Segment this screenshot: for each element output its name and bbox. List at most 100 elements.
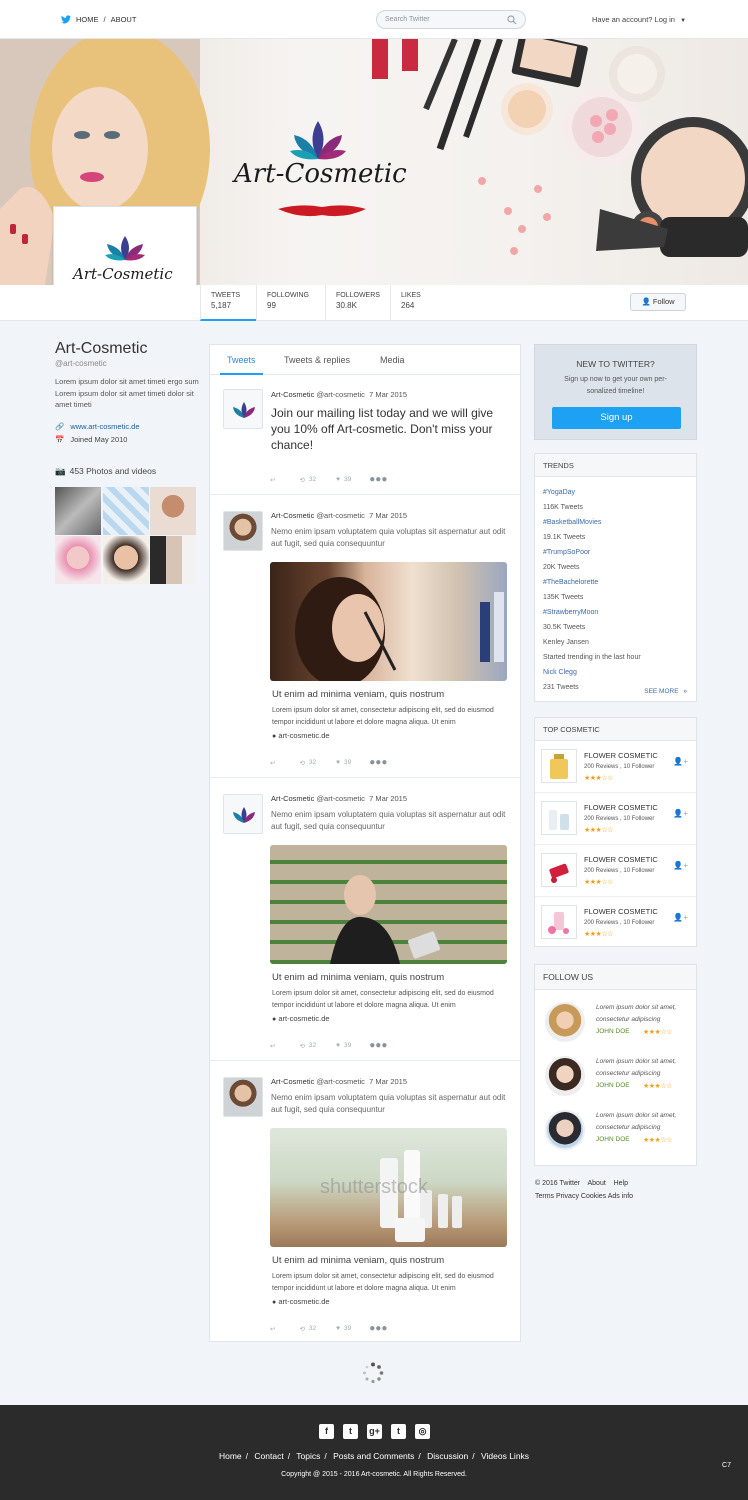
photo-thumb[interactable] [102, 486, 149, 535]
photo-thumb[interactable] [55, 536, 101, 584]
cosmetic-title[interactable]: FLOWER COSMETIC [584, 803, 658, 812]
tab-tweets[interactable]: Tweets [227, 355, 256, 365]
add-user-icon[interactable]: 👤+ [673, 809, 688, 818]
footer-link-posts[interactable]: Posts and Comments [333, 1451, 414, 1461]
reply-icon[interactable]: ↩ [270, 1325, 275, 1333]
tweet-date[interactable]: 7 Mar 2015 [369, 1077, 407, 1086]
stat-likes[interactable]: LIKES 264 [390, 285, 450, 321]
retweet-icon[interactable]: ⟲ [299, 476, 304, 484]
link-url[interactable]: art-cosmetic.de [278, 1014, 329, 1023]
trend-link[interactable]: #StrawberryMoon [535, 605, 696, 620]
reply-icon[interactable]: ↩ [270, 476, 275, 484]
cosmetic-item[interactable]: FLOWER COSMETIC 200 Reviews , 10 Followe… [535, 845, 696, 897]
follower-item[interactable]: Lorem ipsum dolor sit amet, consectetur … [535, 1049, 696, 1103]
facebook-icon[interactable]: f [319, 1424, 334, 1439]
nav-home-link[interactable]: HOME [76, 15, 99, 24]
search-icon[interactable] [507, 15, 517, 25]
more-icon[interactable]: ●●● [369, 1323, 387, 1334]
trend-link[interactable]: #TrumpSoPoor [535, 545, 696, 560]
like-icon[interactable]: ♥ [336, 759, 340, 766]
follower-name[interactable]: JOHN DOE [596, 1082, 630, 1089]
tab-tweets-replies[interactable]: Tweets & replies [284, 355, 350, 365]
tumblr-icon[interactable]: t [391, 1424, 406, 1439]
follower-item[interactable]: Lorem ipsum dolor sit amet, consectetur … [535, 1103, 696, 1157]
follower-avatar[interactable] [545, 1056, 585, 1096]
link-url[interactable]: art-cosmetic.de [278, 1297, 329, 1306]
reply-icon[interactable]: ↩ [270, 1042, 275, 1050]
photo-thumb[interactable] [150, 536, 196, 584]
follow-button[interactable]: 👤 Follow [630, 293, 686, 311]
profile-website-link[interactable]: www.art-cosmetic.de [70, 422, 139, 431]
footer-link-videos[interactable]: Videos Links [481, 1451, 529, 1461]
nav-about-link[interactable]: ABOUT [111, 15, 137, 24]
tweet-handle[interactable]: @art-cosmetic [316, 1077, 364, 1086]
trend-name[interactable]: Kenley Jansen [535, 635, 696, 650]
cosmetic-title[interactable]: FLOWER COSMETIC [584, 751, 658, 760]
cosmetic-title[interactable]: FLOWER COSMETIC [584, 907, 658, 916]
footer-link-home[interactable]: Home [219, 1451, 242, 1461]
cosmetic-item[interactable]: FLOWER COSMETIC 200 Reviews , 10 Followe… [535, 897, 696, 949]
stat-followers[interactable]: FOLLOWERS 30.8K [325, 285, 392, 321]
follower-name[interactable]: JOHN DOE [596, 1028, 630, 1035]
footer-link-contact[interactable]: Contact [254, 1451, 283, 1461]
tweet-image[interactable] [270, 845, 507, 964]
tweet[interactable]: Art-Cosmetic @art-cosmetic 7 Mar 2015 Ne… [210, 495, 520, 778]
stat-tweets[interactable]: TWEETS 5,187 [200, 285, 256, 321]
footer-link-discussion[interactable]: Discussion [427, 1451, 468, 1461]
add-user-icon[interactable]: 👤+ [673, 757, 688, 766]
link-title[interactable]: Ut enim ad minima veniam, quis nostrum [272, 972, 444, 983]
add-user-icon[interactable]: 👤+ [673, 913, 688, 922]
tweet-handle[interactable]: @art-cosmetic [316, 390, 364, 399]
tweet[interactable]: Art-Cosmetic @art-cosmetic 7 Mar 2015 Jo… [210, 376, 520, 495]
cosmetic-item[interactable]: FLOWER COSMETIC 200 Reviews , 10 Followe… [535, 741, 696, 793]
tweet[interactable]: Art-Cosmetic @art-cosmetic 7 Mar 2015 Ne… [210, 778, 520, 1061]
retweet-icon[interactable]: ⟲ [299, 1325, 304, 1333]
follower-name[interactable]: JOHN DOE [596, 1136, 630, 1143]
reply-icon[interactable]: ↩ [270, 759, 275, 767]
photo-thumb[interactable] [102, 536, 149, 584]
like-icon[interactable]: ♥ [336, 1042, 340, 1049]
tweet-avatar[interactable] [223, 389, 263, 429]
link-title[interactable]: Ut enim ad minima veniam, quis nostrum [272, 1255, 444, 1266]
tab-media[interactable]: Media [380, 355, 405, 365]
link-url[interactable]: art-cosmetic.de [278, 731, 329, 740]
tweet-date[interactable]: 7 Mar 2015 [369, 794, 407, 803]
tweet-date[interactable]: 7 Mar 2015 [369, 511, 407, 520]
tweet-avatar[interactable] [223, 794, 263, 834]
add-user-icon[interactable]: 👤+ [673, 861, 688, 870]
photos-count-link[interactable]: 453 Photos and videos [70, 466, 156, 476]
see-more-link[interactable]: SEE MORE » [644, 688, 687, 695]
trend-link[interactable]: #YogaDay [535, 485, 696, 500]
search-input[interactable]: Search Twitter [376, 10, 526, 29]
more-icon[interactable]: ●●● [369, 474, 387, 485]
tweet-author[interactable]: Art-Cosmetic [271, 511, 314, 520]
tweet-author[interactable]: Art-Cosmetic [271, 390, 314, 399]
stat-following[interactable]: FOLLOWING 99 [256, 285, 326, 321]
follower-item[interactable]: Lorem ipsum dolor sit amet, consectetur … [535, 995, 696, 1049]
tweet-handle[interactable]: @art-cosmetic [316, 511, 364, 520]
photo-thumb[interactable] [55, 486, 101, 535]
tweet-avatar[interactable] [223, 511, 263, 551]
trend-link[interactable]: Nick Clegg [535, 665, 696, 680]
tweet-handle[interactable]: @art-cosmetic [316, 794, 364, 803]
tweet[interactable]: Art-Cosmetic @art-cosmetic 7 Mar 2015 Ne… [210, 1061, 520, 1342]
footer-link-topics[interactable]: Topics [296, 1451, 320, 1461]
google-plus-icon[interactable]: g+ [367, 1424, 382, 1439]
retweet-icon[interactable]: ⟲ [299, 759, 304, 767]
signup-button[interactable]: Sign up [552, 407, 681, 429]
instagram-icon[interactable]: ◎ [415, 1424, 430, 1439]
follower-avatar[interactable] [545, 1110, 585, 1150]
login-link[interactable]: Have an account? Log in ▼ [592, 15, 686, 24]
tweet-author[interactable]: Art-Cosmetic [271, 1077, 314, 1086]
cosmetic-title[interactable]: FLOWER COSMETIC [584, 855, 658, 864]
cosmetic-item[interactable]: FLOWER COSMETIC 200 Reviews , 10 Followe… [535, 793, 696, 845]
twitter-icon[interactable]: t [343, 1424, 358, 1439]
sidebar-footer-links[interactable]: © 2016 Twitter About Help [535, 1177, 633, 1190]
retweet-icon[interactable]: ⟲ [299, 1042, 304, 1050]
sidebar-footer-legal[interactable]: Terms Privacy Cookies Ads info [535, 1190, 633, 1203]
tweet-author[interactable]: Art-Cosmetic [271, 794, 314, 803]
trend-link[interactable]: #BasketballMovies [535, 515, 696, 530]
tweet-image[interactable]: shutterstock [270, 1128, 507, 1247]
like-icon[interactable]: ♥ [336, 476, 340, 483]
more-icon[interactable]: ●●● [369, 757, 387, 768]
